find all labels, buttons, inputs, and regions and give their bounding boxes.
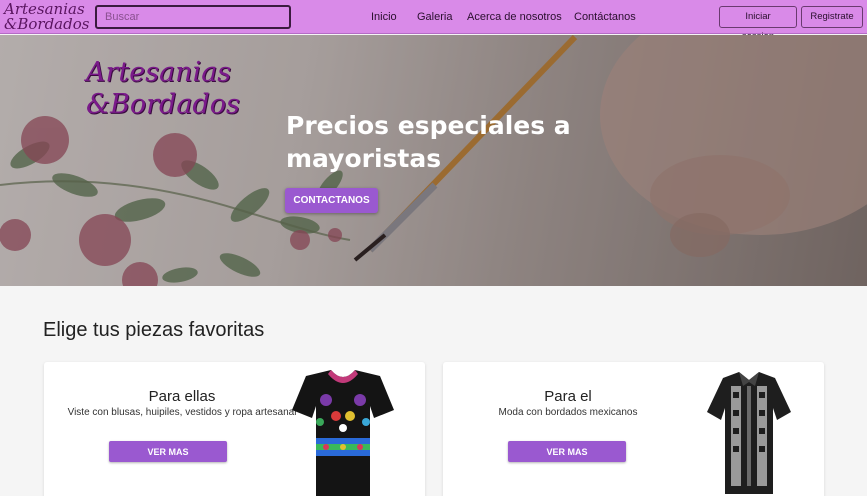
- category-card-women[interactable]: Para ellas Viste con blusas, huipiles, v…: [44, 362, 425, 496]
- nav-link-galeria[interactable]: Galeria: [417, 11, 452, 23]
- card-subtitle: Viste con blusas, huipiles, vestidos y r…: [67, 407, 297, 418]
- contact-button[interactable]: CONTACTANOS: [285, 188, 378, 213]
- hero-brand-logo: Artesanias &Bordados: [86, 57, 256, 127]
- navbar: Artesanias &Bordados Inicio Galeria Acer…: [0, 0, 867, 42]
- section-title: Elige tus piezas favoritas: [43, 319, 265, 341]
- search-input[interactable]: [95, 5, 291, 29]
- hero-banner: Artesanias &Bordados Precios especiales …: [0, 35, 867, 286]
- embroidered-shirt-image: [707, 372, 791, 494]
- login-button[interactable]: Iniciar session: [719, 6, 797, 42]
- see-more-button[interactable]: VER MAS: [508, 441, 626, 462]
- nav-link-acerca[interactable]: Acerca de nosotros: [467, 11, 562, 23]
- see-more-button[interactable]: VER MAS: [109, 441, 227, 462]
- nav-link-inicio[interactable]: Inicio: [371, 11, 397, 23]
- embroidered-blouse-image: [292, 370, 394, 496]
- brand-logo-line2: &Bordados: [4, 15, 90, 33]
- hero-title: Precios especiales a mayoristas: [286, 111, 571, 173]
- card-title: Para el: [544, 388, 592, 405]
- card-subtitle: Moda con bordados mexicanos: [498, 407, 638, 418]
- category-card-men[interactable]: Para el Moda con bordados mexicanos VER …: [443, 362, 824, 496]
- brand-logo[interactable]: Artesanias &Bordados: [4, 0, 90, 33]
- register-button[interactable]: Registrate: [801, 6, 863, 28]
- hero-logo-line1: Artesanias: [86, 57, 232, 88]
- card-title: Para ellas: [148, 388, 216, 405]
- hero-logo-line2: &Bordados: [86, 89, 240, 120]
- nav-link-contacto[interactable]: Contáctanos: [574, 11, 636, 23]
